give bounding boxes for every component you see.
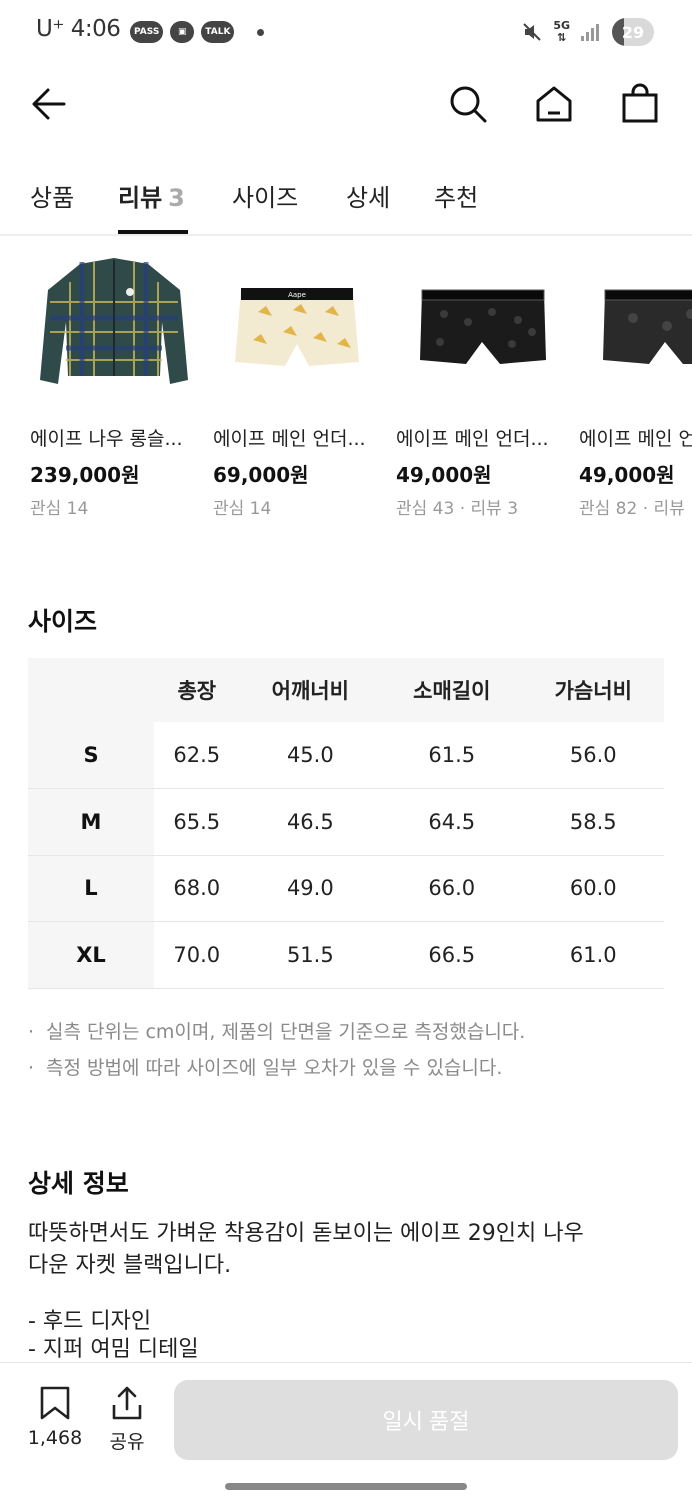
- black-trunk-image: [420, 289, 546, 364]
- product-card[interactable]: 에이프 나우 롱슬... 239,000원 관심 14: [30, 252, 198, 519]
- size-section-title: 사이즈: [28, 607, 98, 636]
- tab-size[interactable]: 사이즈: [232, 178, 298, 213]
- size-header-sleeve: 소매길이: [381, 658, 523, 722]
- product-price: 49,000원: [579, 463, 675, 487]
- product-meta: 관심 14: [213, 499, 272, 519]
- talk-notification-icon: TALK: [201, 21, 235, 43]
- product-name: 에이프 메인 언더...: [396, 428, 549, 450]
- tab-product[interactable]: 상품: [30, 178, 74, 213]
- shopping-bag-icon[interactable]: [618, 82, 662, 126]
- size-value: 58.5: [522, 788, 664, 856]
- signal-icon: [581, 24, 599, 41]
- size-value: 51.5: [239, 921, 382, 989]
- wishlist-count: 1,468: [27, 1427, 83, 1449]
- system-icons: 5G ⇅ 29: [521, 18, 654, 46]
- share-icon: [112, 1386, 142, 1420]
- tab-review[interactable]: 리뷰 3: [118, 178, 185, 213]
- detail-section-title: 상세 정보: [28, 1169, 129, 1198]
- home-gesture-bar[interactable]: [225, 1483, 467, 1490]
- network-icon: 5G ⇅: [553, 19, 570, 44]
- size-value: 61.0: [522, 921, 664, 989]
- table-row: L 68.0 49.0 66.0 60.0: [28, 855, 664, 922]
- active-tab-indicator: [118, 230, 188, 234]
- size-header-chest: 가슴너비: [522, 658, 664, 722]
- notification-icons: PASS ▣ TALK: [130, 21, 265, 43]
- product-price: 239,000원: [30, 463, 140, 487]
- detail-feature-list: - 후드 디자인 - 지퍼 여밈 디테일: [28, 1308, 199, 1364]
- size-notes: 실측 단위는 cm이며, 제품의 단면을 기준으로 측정했습니다. 측정 방법에…: [28, 1014, 668, 1086]
- pass-notification-icon: PASS: [130, 21, 164, 43]
- mute-icon: [523, 23, 542, 41]
- size-value: 65.5: [154, 788, 240, 856]
- more-notifications-icon: [257, 28, 265, 36]
- size-value: 60.0: [522, 855, 664, 922]
- size-label: M: [28, 788, 154, 856]
- tab-detail[interactable]: 상세: [346, 178, 390, 213]
- product-meta: 관심 82 · 리뷰: [579, 499, 685, 519]
- plaid-shirt-image: [40, 258, 188, 384]
- size-value: 49.0: [239, 855, 382, 922]
- home-icon[interactable]: [532, 82, 576, 126]
- product-name: 에이프 나우 롱슬...: [30, 428, 183, 450]
- sold-out-button[interactable]: 일시 품절: [174, 1380, 678, 1460]
- size-value: 61.5: [381, 722, 523, 789]
- svg-text:Aape: Aape: [288, 291, 306, 299]
- table-row: XL 70.0 51.5 66.5 61.0: [28, 921, 664, 989]
- size-header-total-length: 총장: [154, 658, 240, 722]
- share-label: 공유: [109, 1431, 145, 1453]
- product-card[interactable]: Aape 에이프 메인 언더... 69,000원 관심 14: [213, 252, 381, 519]
- tab-recommend[interactable]: 추천: [434, 178, 478, 213]
- size-value: 45.0: [239, 722, 382, 789]
- section-tabs: 상품 리뷰 3 사이즈 상세 추천: [0, 160, 692, 236]
- detail-description-line: 다운 자켓 블랙입니다.: [28, 1253, 232, 1278]
- cream-boxer-image: Aape: [235, 288, 359, 366]
- size-value: 66.5: [381, 921, 523, 989]
- detail-feature: - 후드 디자인: [28, 1309, 152, 1334]
- size-table: 총장 어깨너비 소매길이 가슴너비 S 62.5 45.0 61.5 56.0 …: [28, 658, 664, 989]
- product-price: 69,000원: [213, 463, 309, 487]
- size-value: 68.0: [154, 855, 240, 922]
- search-icon[interactable]: [446, 82, 490, 126]
- detail-feature: - 지퍼 여밈 디테일: [28, 1337, 199, 1362]
- size-value: 56.0: [522, 722, 664, 789]
- product-meta: 관심 14: [30, 499, 89, 519]
- size-table-header: 총장 어깨너비 소매길이 가슴너비: [28, 658, 664, 722]
- detail-description: 따뜻하면서도 가벼운 착용감이 돋보이는 에이프 29인치 나우 다운 자켓 블…: [28, 1218, 648, 1282]
- status-time: U⁺ 4:06: [36, 16, 121, 42]
- battery-level: 29: [621, 22, 645, 42]
- size-value: 46.5: [239, 788, 382, 856]
- size-note: 실측 단위는 cm이며, 제품의 단면을 기준으로 측정했습니다.: [28, 1014, 668, 1050]
- size-header-blank: [28, 658, 154, 722]
- size-value: 62.5: [154, 722, 240, 789]
- size-header-shoulder: 어깨너비: [239, 658, 382, 722]
- screenshot-notification-icon: ▣: [170, 21, 195, 43]
- product-card[interactable]: 에이프 메인 언더... 49,000원 관심 82 · 리뷰: [579, 252, 692, 519]
- size-label: XL: [28, 921, 154, 989]
- bottom-action-bar: 1,468 공유 일시 품절: [0, 1362, 692, 1500]
- product-name: 에이프 메인 언더...: [213, 428, 366, 450]
- product-card[interactable]: 에이프 메인 언더... 49,000원 관심 43 · 리뷰 3: [396, 252, 564, 519]
- status-bar: U⁺ 4:06 PASS ▣ TALK 5G ⇅ 29: [0, 0, 692, 64]
- review-count: 3: [168, 184, 185, 212]
- back-arrow-icon[interactable]: [28, 82, 72, 126]
- product-name: 에이프 메인 언더...: [579, 428, 692, 450]
- related-products-carousel: 에이프 나우 롱슬... 239,000원 관심 14 Aape 에이프 메인 …: [0, 252, 692, 522]
- top-navigation: [0, 70, 692, 140]
- table-row: M 65.5 46.5 64.5 58.5: [28, 788, 664, 856]
- size-label: S: [28, 722, 154, 789]
- wishlist-button[interactable]: 1,468: [26, 1385, 84, 1449]
- product-meta: 관심 43 · 리뷰 3: [396, 499, 519, 519]
- size-label: L: [28, 855, 154, 922]
- share-button[interactable]: 공유: [104, 1385, 150, 1454]
- bookmark-icon: [40, 1386, 70, 1420]
- black-trunk-image: [603, 289, 692, 364]
- size-value: 66.0: [381, 855, 523, 922]
- battery-icon: 29: [612, 18, 654, 46]
- product-price: 49,000원: [396, 463, 492, 487]
- table-row: S 62.5 45.0 61.5 56.0: [28, 722, 664, 789]
- size-value: 70.0: [154, 921, 240, 989]
- size-value: 64.5: [381, 788, 523, 856]
- detail-description-line: 따뜻하면서도 가벼운 착용감이 돋보이는 에이프 29인치 나우: [28, 1221, 584, 1246]
- size-note: 측정 방법에 따라 사이즈에 일부 오차가 있을 수 있습니다.: [28, 1050, 668, 1086]
